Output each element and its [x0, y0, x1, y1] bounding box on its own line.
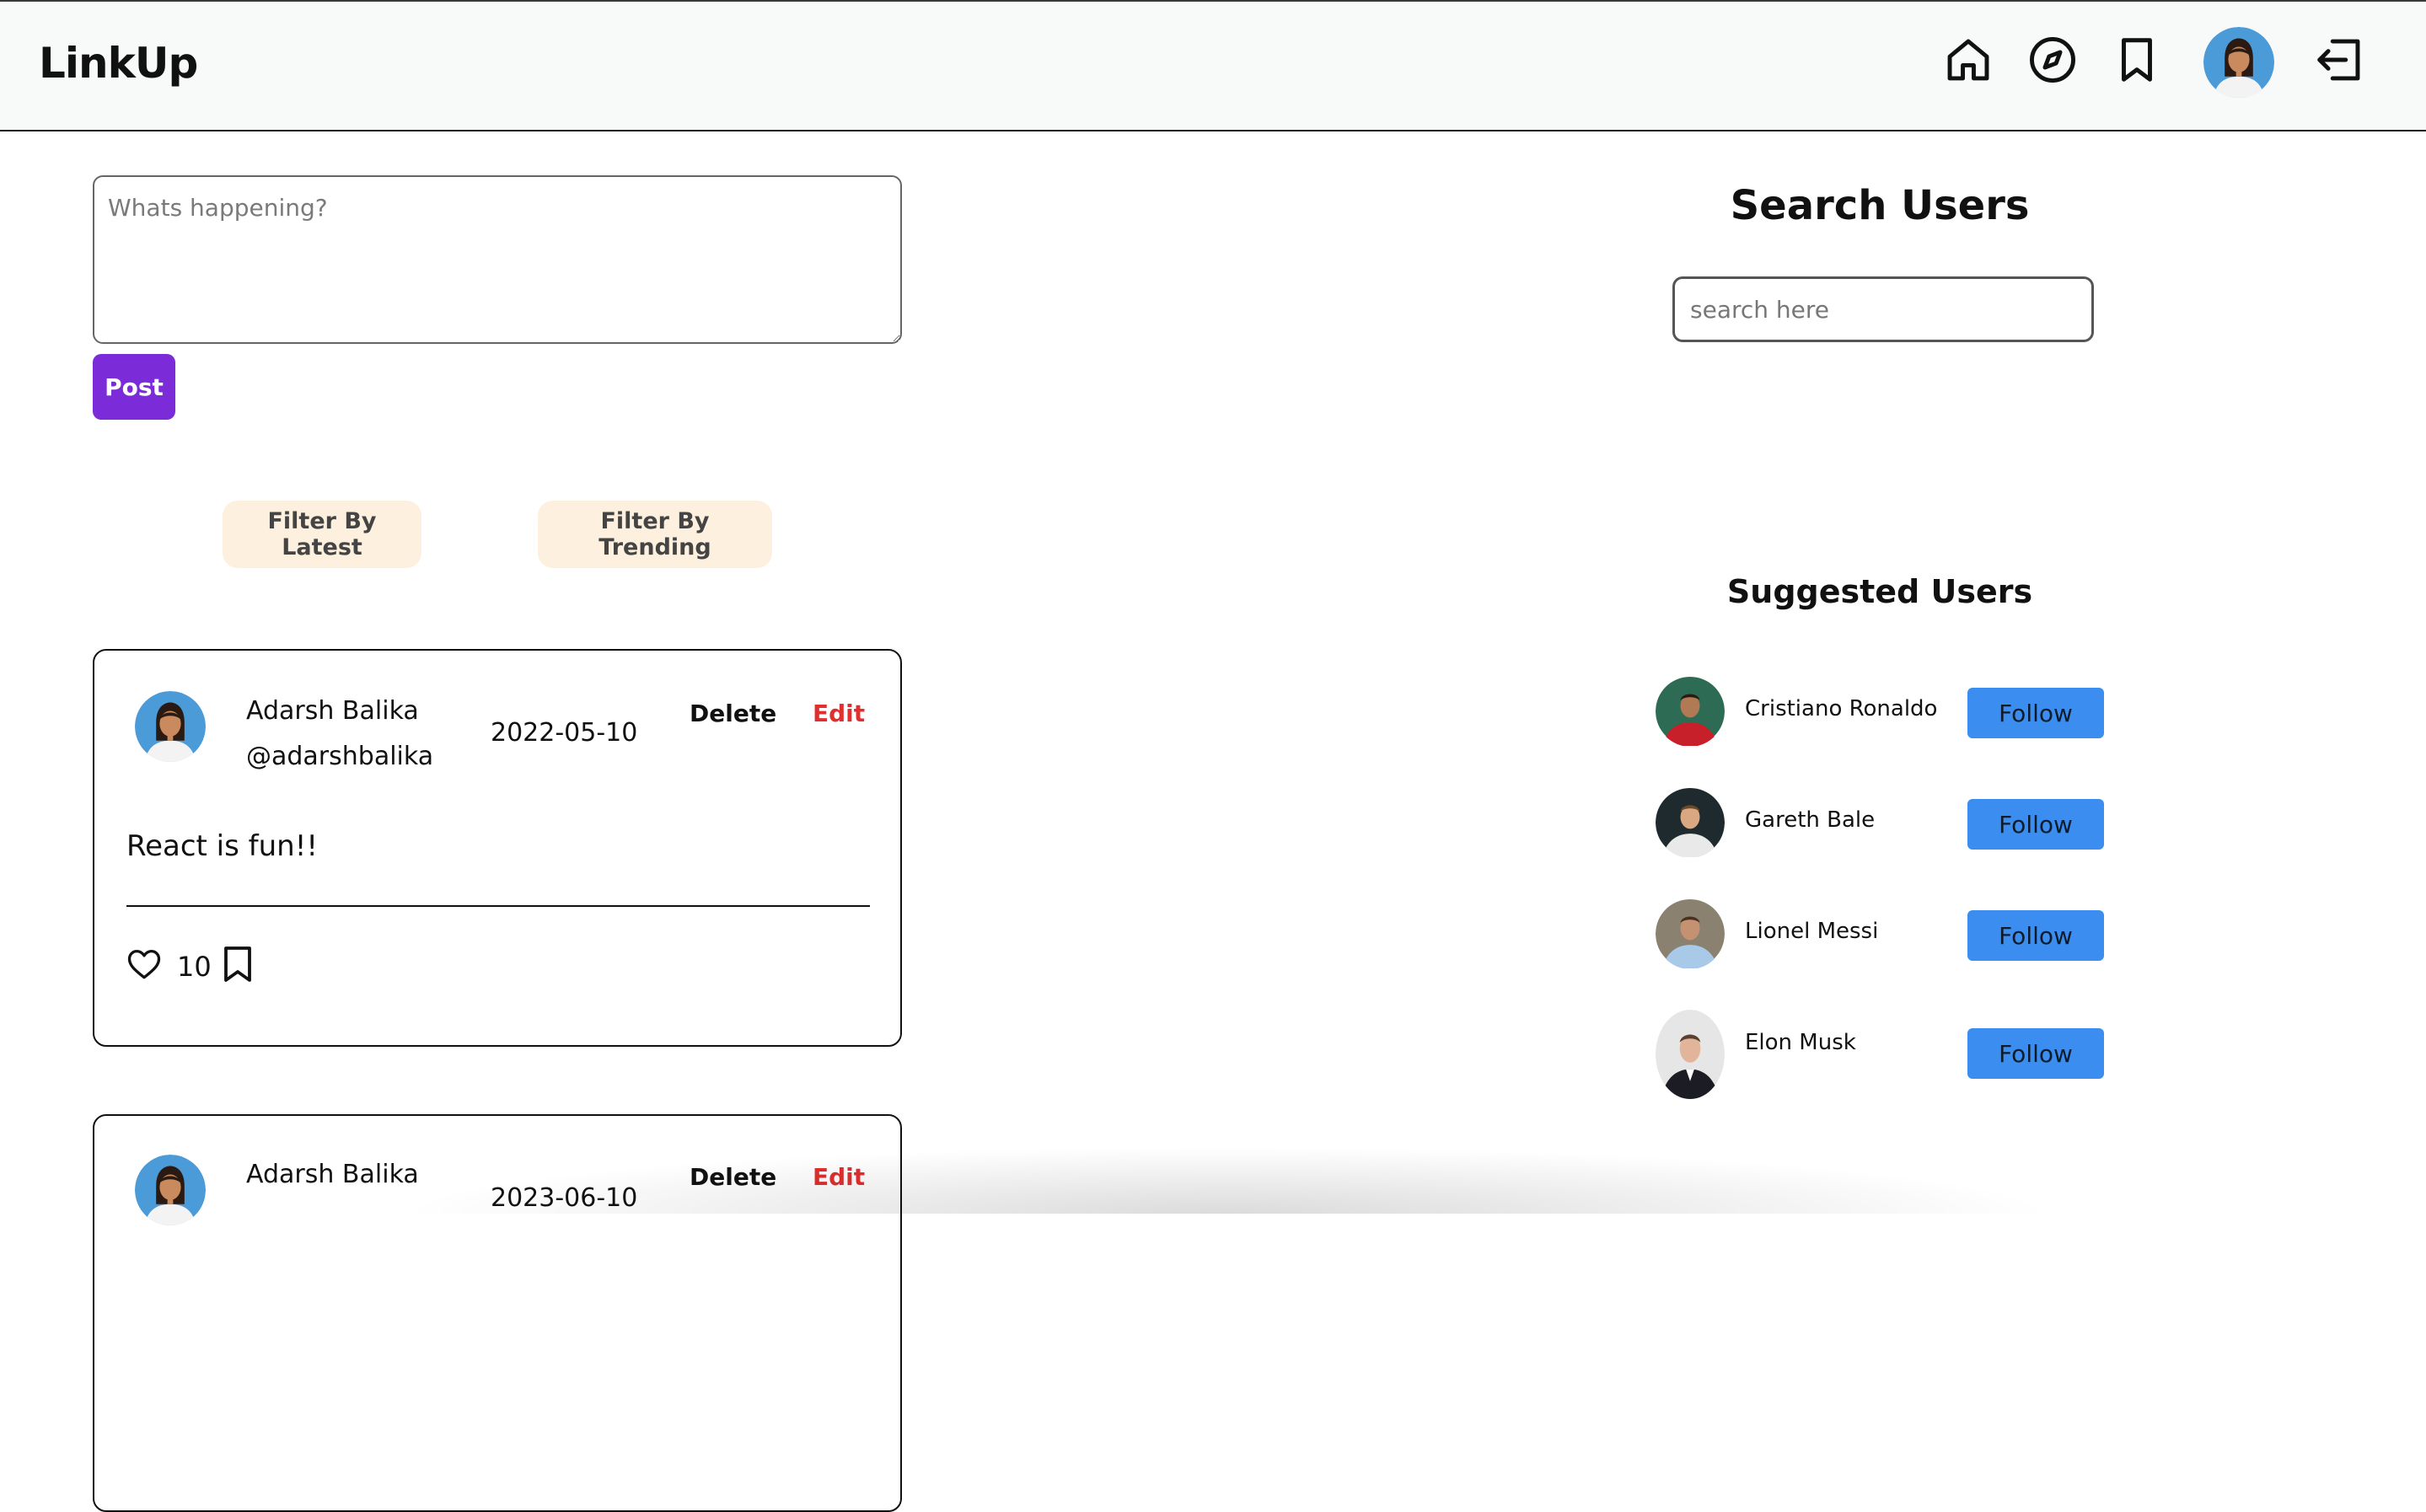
suggested-user-name[interactable]: Gareth Bale [1745, 807, 1875, 833]
post-avatar[interactable] [135, 691, 206, 762]
follow-button[interactable]: Follow [1967, 910, 2104, 961]
post-date: 2023-06-10 [491, 1183, 638, 1213]
edit-post-button[interactable]: Edit [813, 700, 865, 727]
post-button[interactable]: Post [93, 354, 175, 420]
user-avatar[interactable] [1656, 787, 1725, 858]
post-card: Adarsh Balika 2023-06-10 Delete Edit [93, 1114, 902, 1512]
post-content: React is fun!! [126, 829, 318, 863]
logout-icon[interactable] [2313, 34, 2365, 86]
user-avatar[interactable] [1656, 676, 1725, 747]
user-avatar[interactable] [1656, 898, 1725, 969]
search-users-title: Search Users [1730, 182, 2030, 229]
post-divider [126, 905, 870, 907]
post-card: Adarsh Balika @adarshbalika 2022-05-10 D… [93, 649, 902, 1047]
suggested-user-name[interactable]: Cristiano Ronaldo [1745, 696, 1937, 721]
follow-button[interactable]: Follow [1967, 1028, 2104, 1079]
search-input[interactable] [1672, 276, 2094, 342]
suggested-user-row: Lionel Messi Follow [1656, 898, 2111, 969]
suggested-user-row: Gareth Bale Follow [1656, 787, 2111, 858]
suggested-user-row: Cristiano Ronaldo Follow [1656, 676, 2111, 747]
brand-logo[interactable]: LinkUp [39, 39, 198, 88]
bookmark-icon[interactable] [223, 946, 253, 983]
post-avatar[interactable] [135, 1155, 206, 1225]
follow-button[interactable]: Follow [1967, 688, 2104, 738]
post-author-handle[interactable]: @adarshbalika [246, 742, 433, 771]
suggested-user-name[interactable]: Lionel Messi [1745, 919, 1878, 944]
filter-latest-button[interactable]: Filter By Latest [223, 501, 421, 568]
edit-post-button[interactable]: Edit [813, 1163, 865, 1191]
home-icon[interactable] [1942, 34, 1994, 86]
post-composer-input[interactable] [93, 175, 902, 344]
explore-icon[interactable] [2026, 34, 2079, 86]
top-navbar: LinkUp [0, 0, 2426, 131]
heart-icon[interactable] [126, 947, 162, 981]
suggested-users-title: Suggested Users [1726, 573, 2033, 610]
filter-trending-button[interactable]: Filter By Trending [538, 501, 772, 568]
like-count: 10 [177, 951, 212, 983]
suggested-user-row: Elon Musk Follow [1656, 1010, 2111, 1101]
suggested-user-name[interactable]: Elon Musk [1745, 1030, 1856, 1055]
delete-post-button[interactable]: Delete [690, 1163, 776, 1191]
avatar[interactable] [2203, 27, 2274, 98]
post-author-name[interactable]: Adarsh Balika [246, 696, 419, 726]
user-avatar[interactable] [1656, 1010, 1725, 1099]
follow-button[interactable]: Follow [1967, 799, 2104, 850]
bookmark-icon[interactable] [2111, 34, 2163, 86]
post-author-name[interactable]: Adarsh Balika [246, 1160, 419, 1189]
post-date: 2022-05-10 [491, 718, 638, 748]
delete-post-button[interactable]: Delete [690, 700, 776, 727]
